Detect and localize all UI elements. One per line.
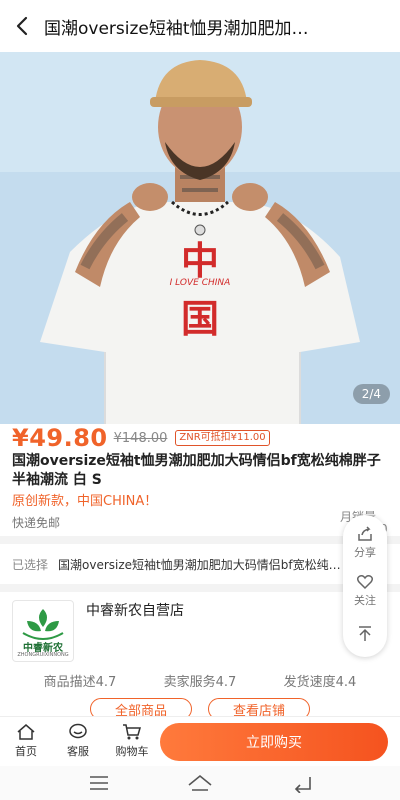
rating-service: 卖家服务4.7 xyxy=(163,675,237,690)
store-logo-subtext: ZHONGRUIXINNONG xyxy=(17,652,69,658)
shirt-print-bottom: 国 xyxy=(180,296,219,341)
store-logo[interactable]: 中睿新农 ZHONGRUIXINNONG xyxy=(12,600,74,662)
back-button[interactable] xyxy=(0,0,44,52)
store-name[interactable]: 中睿新农自营店 xyxy=(86,600,184,620)
system-navigation-bar xyxy=(0,766,400,800)
image-counter: 2/4 xyxy=(352,384,390,404)
original-price: ¥148.00 xyxy=(113,430,168,446)
shipping-info: 快递免邮 xyxy=(12,516,61,530)
scroll-top-button[interactable] xyxy=(343,625,387,643)
arrow-up-icon xyxy=(359,626,371,641)
bottom-action-bar: 首页 客服 购物车 立即购买 xyxy=(0,716,400,766)
home-button[interactable]: 首页 xyxy=(4,723,48,759)
floating-side-panel: 分享 关注 xyxy=(343,515,387,657)
rating-shipping: 发货速度4.4 xyxy=(283,675,357,690)
follow-button[interactable]: 关注 xyxy=(343,573,387,608)
cart-label: 购物车 xyxy=(115,745,149,758)
coupon-badge: ZNR可抵扣¥11.00 xyxy=(175,430,270,446)
menu-icon[interactable] xyxy=(88,773,110,793)
top-bar: 国潮oversize短袖t恤男潮加肥加… xyxy=(0,0,400,52)
back-arrow-icon xyxy=(16,16,28,36)
back-nav-icon[interactable] xyxy=(292,773,314,793)
page-title: 国潮oversize短袖t恤男潮加肥加… xyxy=(44,18,309,39)
follow-label: 关注 xyxy=(354,594,376,607)
promo-text: 原创新款，中国CHINA！ xyxy=(12,494,158,509)
product-title: 国潮oversize短袖t恤男潮加肥加大码情侣bf宽松纯棉胖子半袖潮流 白 S xyxy=(12,453,381,488)
cart-icon xyxy=(123,724,141,740)
selected-option-row[interactable]: 已选择 国潮oversize短袖t恤男潮加肥加大码情侣bf宽松纯… xyxy=(0,552,400,576)
home-nav-icon[interactable] xyxy=(187,773,213,793)
chat-icon xyxy=(69,723,87,739)
share-icon xyxy=(358,526,372,541)
current-price: ¥49.80 xyxy=(12,424,108,452)
customer-service-button[interactable]: 客服 xyxy=(56,723,100,759)
share-label: 分享 xyxy=(354,546,376,559)
buy-now-button[interactable]: 立即购买 xyxy=(160,723,388,761)
section-divider xyxy=(0,584,400,592)
share-button[interactable]: 分享 xyxy=(343,525,387,560)
selected-label: 已选择 xyxy=(12,557,49,572)
shirt-print-middle: I LOVE CHINA xyxy=(169,278,231,288)
service-label: 客服 xyxy=(67,745,89,758)
home-icon xyxy=(17,724,35,740)
rating-description: 商品描述4.7 xyxy=(43,675,117,690)
section-divider xyxy=(0,536,400,544)
home-label: 首页 xyxy=(15,745,37,758)
store-ratings: 商品描述4.7 卖家服务4.7 发货速度4.4 xyxy=(0,671,400,690)
selected-value: 国潮oversize短袖t恤男潮加肥加大码情侣bf宽松纯… xyxy=(58,557,341,572)
product-image-gallery[interactable]: 中 I LOVE CHINA 国 2/4 xyxy=(0,52,400,424)
price-row: ¥49.80 ¥148.00 ZNR可抵扣¥11.00 xyxy=(0,424,400,452)
heart-icon xyxy=(356,575,374,590)
cart-button[interactable]: 购物车 xyxy=(110,723,154,759)
shirt-print-top: 中 xyxy=(180,238,219,283)
